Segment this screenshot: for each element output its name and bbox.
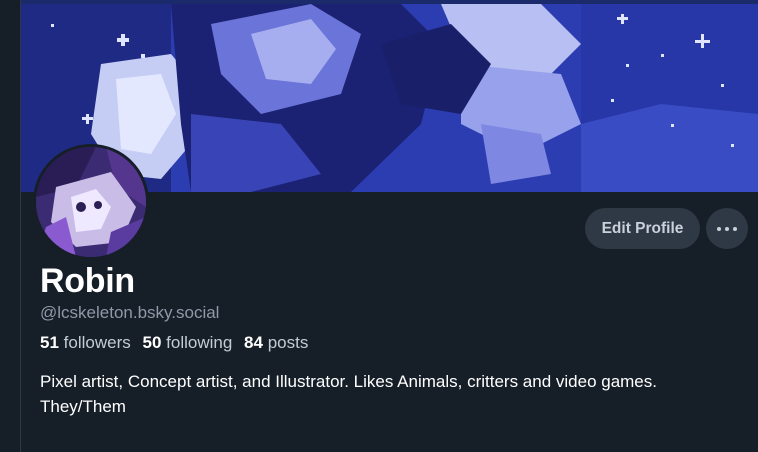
following-count: 50: [142, 333, 162, 352]
profile-stats: 51 followers 50 following 84 posts: [40, 333, 315, 353]
ellipsis-horizontal-icon: [717, 226, 721, 231]
profile-bio: Pixel artist, Concept artist, and Illust…: [40, 370, 730, 419]
ellipsis-dot: [733, 226, 737, 231]
following-label: following: [166, 333, 233, 352]
profile-handle: @lcskeleton.bsky.social: [40, 303, 220, 322]
posts-stat: 84 posts: [244, 333, 308, 352]
avatar[interactable]: [33, 144, 149, 260]
more-options-button[interactable]: [706, 208, 748, 249]
followers-label: followers: [63, 333, 131, 352]
avatar-image: [36, 147, 146, 257]
edit-profile-button[interactable]: Edit Profile: [585, 208, 700, 249]
following-link[interactable]: 50 following: [142, 333, 232, 352]
ellipsis-dot: [725, 226, 729, 231]
bio-line: Pixel artist, Concept artist, and Illust…: [40, 372, 657, 391]
left-rail: [0, 0, 21, 452]
display-name: Robin: [40, 262, 135, 300]
posts-label: posts: [267, 333, 309, 352]
followers-link[interactable]: 51 followers: [40, 333, 131, 352]
followers-count: 51: [40, 333, 59, 352]
bio-pronouns: They/Them: [40, 396, 126, 416]
posts-count: 84: [244, 333, 263, 352]
